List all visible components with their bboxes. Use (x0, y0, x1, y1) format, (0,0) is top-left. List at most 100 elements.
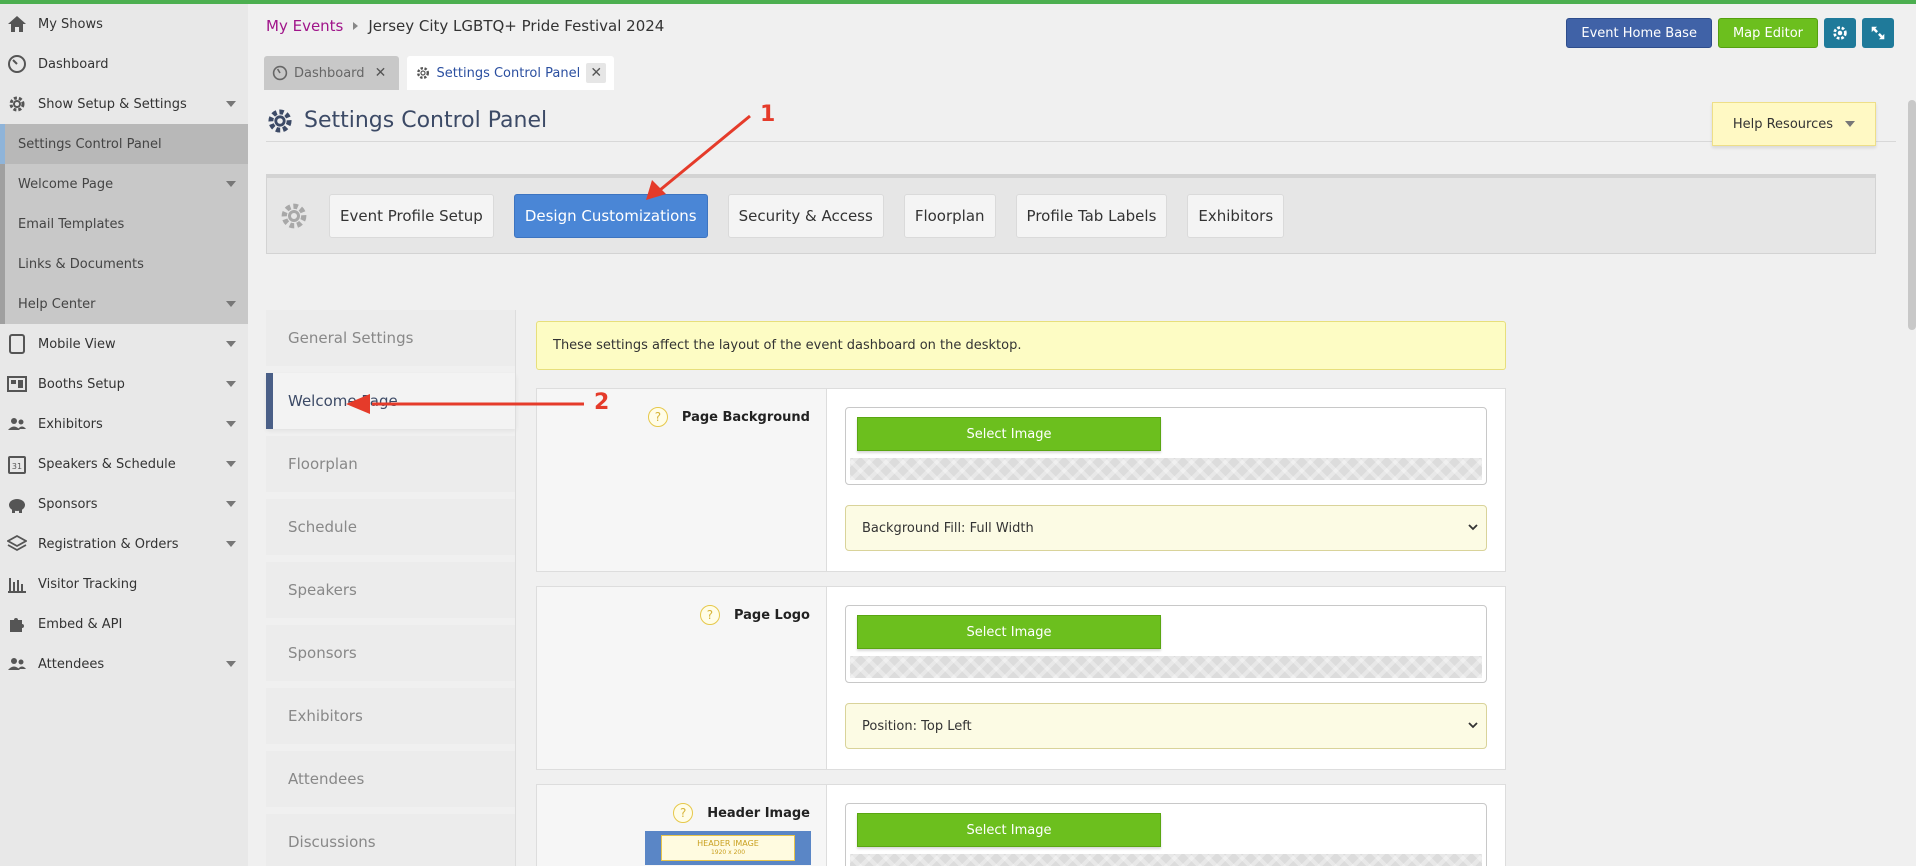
tab-dashboard[interactable]: Dashboard ✕ (264, 56, 399, 90)
panel-field-column: Select Image Background Fill: Full Width (827, 389, 1505, 571)
tab-floorplan[interactable]: Floorplan (903, 193, 996, 238)
help-question-icon[interactable]: ? (699, 605, 720, 625)
select-value: Position: Top Left (862, 718, 972, 734)
select-value: Background Fill: Full Width (862, 520, 1034, 536)
tab-label: Settings Control Panel (436, 65, 581, 81)
settings-button[interactable] (1824, 18, 1856, 48)
sidebar-item-label: Embed & API (38, 616, 123, 632)
breadcrumb-current: Jersey City LGBTQ+ Pride Festival 2024 (368, 17, 665, 35)
close-icon[interactable]: ✕ (371, 63, 391, 83)
tab-settings-control-panel[interactable]: Settings Control Panel ✕ (406, 56, 615, 90)
sidebar-subitem-links-documents[interactable]: Links & Documents (5, 244, 248, 284)
tab-profile-tab-labels[interactable]: Profile Tab Labels (1015, 193, 1168, 238)
panel-label-column: ? Page Logo (537, 587, 827, 769)
home-icon (6, 13, 28, 35)
section-attendees[interactable]: Attendees (266, 751, 516, 807)
map-editor-button[interactable]: Map Editor (1717, 18, 1818, 48)
sidebar-item-label: Speakers & Schedule (38, 456, 176, 472)
section-floorplan[interactable]: Floorplan (266, 436, 516, 492)
annotation-label-1: 1 (760, 102, 776, 127)
breadcrumb-my-events-link[interactable]: My Events (266, 17, 343, 35)
sidebar-item-attendees[interactable]: Attendees (0, 644, 248, 684)
piggy-bank-icon (6, 493, 28, 515)
image-preview (850, 656, 1482, 678)
select-image-button[interactable]: Select Image (857, 615, 1161, 649)
breadcrumb-separator-icon (353, 22, 359, 30)
sidebar-subitem-settings-control-panel[interactable]: Settings Control Panel (0, 124, 248, 164)
background-fill-select[interactable]: Background Fill: Full Width (845, 505, 1487, 551)
header-image-panel: ? Header Image HEADER IMAGE 1920 x 200 S… (536, 784, 1506, 866)
sidebar-item-show-setup[interactable]: Show Setup & Settings (0, 84, 248, 124)
sidebar-item-sponsors[interactable]: Sponsors (0, 484, 248, 524)
tablet-icon (6, 333, 28, 355)
sidebar-subitem-email-templates[interactable]: Email Templates (5, 204, 248, 244)
image-uploader: Select Image (845, 605, 1487, 683)
page-logo-panel: ? Page Logo Select Image Position: Top L… (536, 586, 1506, 770)
help-question-icon[interactable]: ? (647, 407, 668, 427)
close-icon[interactable]: ✕ (586, 63, 607, 83)
chevron-down-icon (226, 421, 236, 427)
gear-icon (416, 67, 429, 79)
sidebar-item-speakers-schedule[interactable]: 31 Speakers & Schedule (0, 444, 248, 484)
section-general-settings[interactable]: General Settings (266, 310, 516, 366)
sidebar-item-label: Exhibitors (38, 416, 103, 432)
design-section-nav: General Settings Welcome Page Floorplan … (266, 310, 516, 866)
tab-event-profile-setup[interactable]: Event Profile Setup (329, 193, 494, 238)
sidebar-item-my-shows[interactable]: My Shows (0, 4, 248, 44)
main-content: My Events Jersey City LGBTQ+ Pride Festi… (248, 4, 1916, 866)
header-image-label: Header Image (707, 805, 810, 821)
sidebar-subitem-label: Email Templates (18, 216, 125, 232)
image-preview (850, 854, 1482, 866)
sidebar-item-label: Booths Setup (38, 376, 125, 392)
event-home-base-button[interactable]: Event Home Base (1566, 18, 1712, 48)
sidebar-item-exhibitors[interactable]: Exhibitors (0, 404, 248, 444)
sidebar-item-dashboard[interactable]: Dashboard (0, 44, 248, 84)
select-image-button[interactable]: Select Image (857, 813, 1161, 847)
sidebar-subitem-help-center[interactable]: Help Center (5, 284, 248, 324)
page-logo-label: Page Logo (733, 607, 810, 623)
scrollbar[interactable] (1908, 100, 1916, 330)
help-question-icon[interactable]: ? (673, 803, 694, 823)
sidebar-item-mobile-view[interactable]: Mobile View (0, 324, 248, 364)
tab-security-access[interactable]: Security & Access (727, 193, 884, 238)
page-header: Settings Control Panel (266, 100, 1896, 142)
sidebar-subitem-label: Settings Control Panel (18, 136, 162, 152)
gauge-icon (6, 53, 28, 75)
fullscreen-button[interactable] (1862, 18, 1894, 48)
help-resources-button[interactable]: Help Resources (1711, 102, 1876, 146)
sidebar-item-label: Dashboard (38, 56, 109, 72)
panel-field-column: Select Image (827, 785, 1505, 866)
section-discussions[interactable]: Discussions (266, 814, 516, 866)
chevron-down-icon (226, 341, 236, 347)
section-schedule[interactable]: Schedule (266, 499, 516, 555)
tab-exhibitors[interactable]: Exhibitors (1187, 193, 1285, 238)
sidebar-item-visitor-tracking[interactable]: Visitor Tracking (0, 564, 248, 604)
open-tabs: Dashboard ✕ Settings Control Panel ✕ (264, 56, 615, 90)
sidebar-subitem-label: Links & Documents (18, 256, 144, 272)
sidebar-item-registration-orders[interactable]: Registration & Orders (0, 524, 248, 564)
section-welcome-page[interactable]: Welcome Page (266, 373, 516, 429)
sidebar: My Shows Dashboard Show Setup & Settings… (0, 4, 248, 866)
divider (515, 310, 516, 866)
thumb-title: HEADER IMAGE (697, 839, 759, 848)
sidebar-subitem-welcome-page[interactable]: Welcome Page (5, 164, 248, 204)
logo-position-select[interactable]: Position: Top Left (845, 703, 1487, 749)
sidebar-submenu: Settings Control Panel Welcome Page Emai… (0, 124, 248, 324)
page-background-panel: ? Page Background Select Image Backgroun… (536, 388, 1506, 572)
tab-design-customizations[interactable]: Design Customizations (513, 193, 708, 238)
help-resources-label: Help Resources (1732, 116, 1833, 132)
section-exhibitors[interactable]: Exhibitors (266, 688, 516, 744)
select-image-button[interactable]: Select Image (857, 417, 1161, 451)
page-title: Settings Control Panel (304, 108, 548, 133)
sidebar-item-label: Attendees (38, 656, 105, 672)
section-speakers[interactable]: Speakers (266, 562, 516, 618)
sidebar-item-embed-api[interactable]: Embed & API (0, 604, 248, 644)
chevron-down-icon (226, 501, 236, 507)
gauge-icon (272, 65, 288, 81)
section-sponsors[interactable]: Sponsors (266, 625, 516, 681)
sidebar-item-booths-setup[interactable]: Booths Setup (0, 364, 248, 404)
sidebar-item-label: Mobile View (38, 336, 116, 352)
header-image-thumbnail: HEADER IMAGE 1920 x 200 (645, 831, 811, 865)
sidebar-subitem-label: Welcome Page (18, 176, 114, 192)
chevron-down-icon (1468, 524, 1478, 531)
